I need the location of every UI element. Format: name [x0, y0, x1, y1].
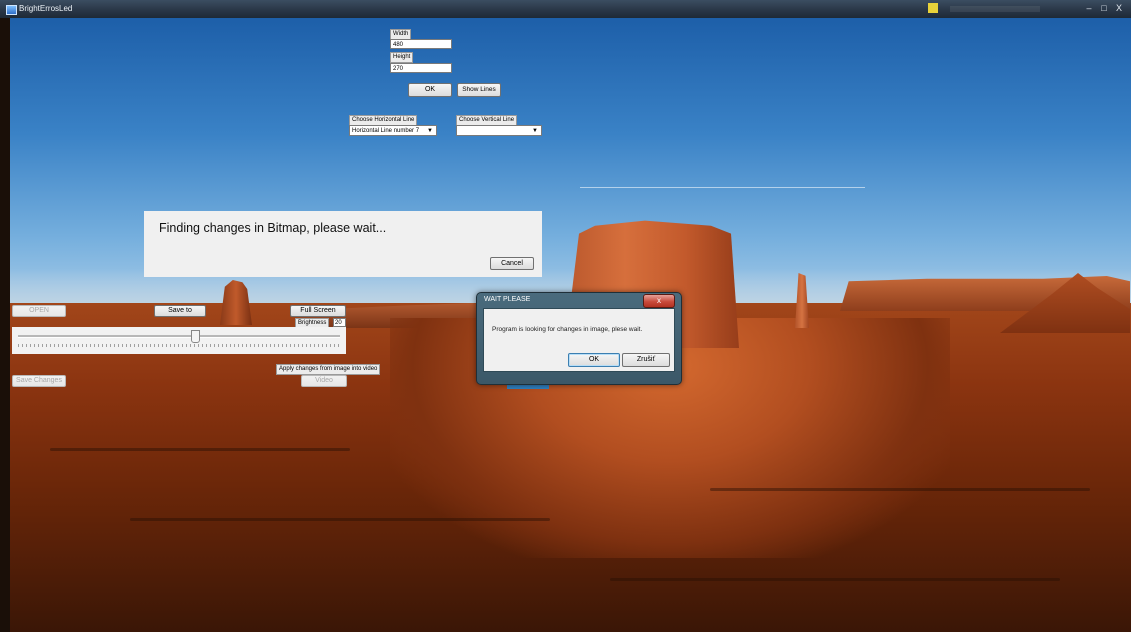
- height-label: Height: [390, 52, 414, 63]
- app-icon: [6, 5, 17, 15]
- brightness-slider-thumb[interactable]: [190, 330, 200, 343]
- window-title: BrightErrosLed: [19, 4, 73, 13]
- progress-cancel-button[interactable]: Cancel: [490, 257, 534, 270]
- ground-shadow: [50, 448, 350, 451]
- dialog-title: WAIT PLEASE: [484, 296, 531, 303]
- progress-panel: Finding changes in Bitmap, please wait..…: [144, 211, 542, 277]
- width-input[interactable]: 480: [390, 39, 452, 49]
- save-to-button[interactable]: Save to: [154, 305, 206, 317]
- brightness-slider-panel: [12, 327, 346, 354]
- taskbar-strip: [950, 6, 1040, 12]
- ok-button[interactable]: OK: [408, 83, 452, 97]
- dialog-cancel-button[interactable]: Zrušiť: [622, 353, 670, 367]
- chevron-down-icon: ▼: [532, 128, 538, 134]
- progress-message: Finding changes in Bitmap, please wait..…: [159, 221, 387, 235]
- ground-shadow: [710, 488, 1090, 491]
- maximize-button[interactable]: □: [1097, 2, 1111, 14]
- close-window-button[interactable]: X: [1112, 2, 1126, 14]
- dialog-body: Program is looking for changes in image,…: [483, 308, 675, 372]
- apply-changes-label: Apply changes from image into video: [276, 364, 381, 375]
- horizontal-line-value: Horizontal Line number 7: [352, 128, 420, 134]
- minimize-button[interactable]: –: [1082, 2, 1096, 14]
- brightness-slider-track[interactable]: [18, 335, 340, 338]
- dialog-message: Program is looking for changes in image,…: [492, 326, 643, 333]
- window-titlebar: BrightErrosLed – □ X: [0, 0, 1131, 18]
- slider-ticks: [18, 344, 340, 347]
- vertical-line-select[interactable]: ▼: [456, 125, 542, 136]
- show-lines-button[interactable]: Show Lines: [457, 83, 501, 97]
- dialog-ok-button[interactable]: OK: [568, 353, 620, 367]
- height-input[interactable]: 270: [390, 63, 452, 73]
- status-icon: [928, 3, 938, 13]
- drawn-horizontal-line: [580, 187, 865, 188]
- ground-shadow: [130, 518, 550, 521]
- horizontal-line-select[interactable]: Horizontal Line number 7 ▼: [349, 125, 437, 136]
- save-changes-button[interactable]: Save Changes: [12, 375, 66, 387]
- wait-dialog: WAIT PLEASE x Program is looking for cha…: [476, 292, 682, 385]
- brightness-value[interactable]: 20: [333, 318, 346, 327]
- video-button[interactable]: Video: [301, 375, 347, 387]
- open-button[interactable]: OPEN: [12, 305, 66, 317]
- chevron-down-icon: ▼: [427, 128, 433, 134]
- ground-shadow: [610, 578, 1060, 581]
- dialog-close-button[interactable]: x: [643, 294, 675, 308]
- full-screen-button[interactable]: Full Screen: [290, 305, 346, 317]
